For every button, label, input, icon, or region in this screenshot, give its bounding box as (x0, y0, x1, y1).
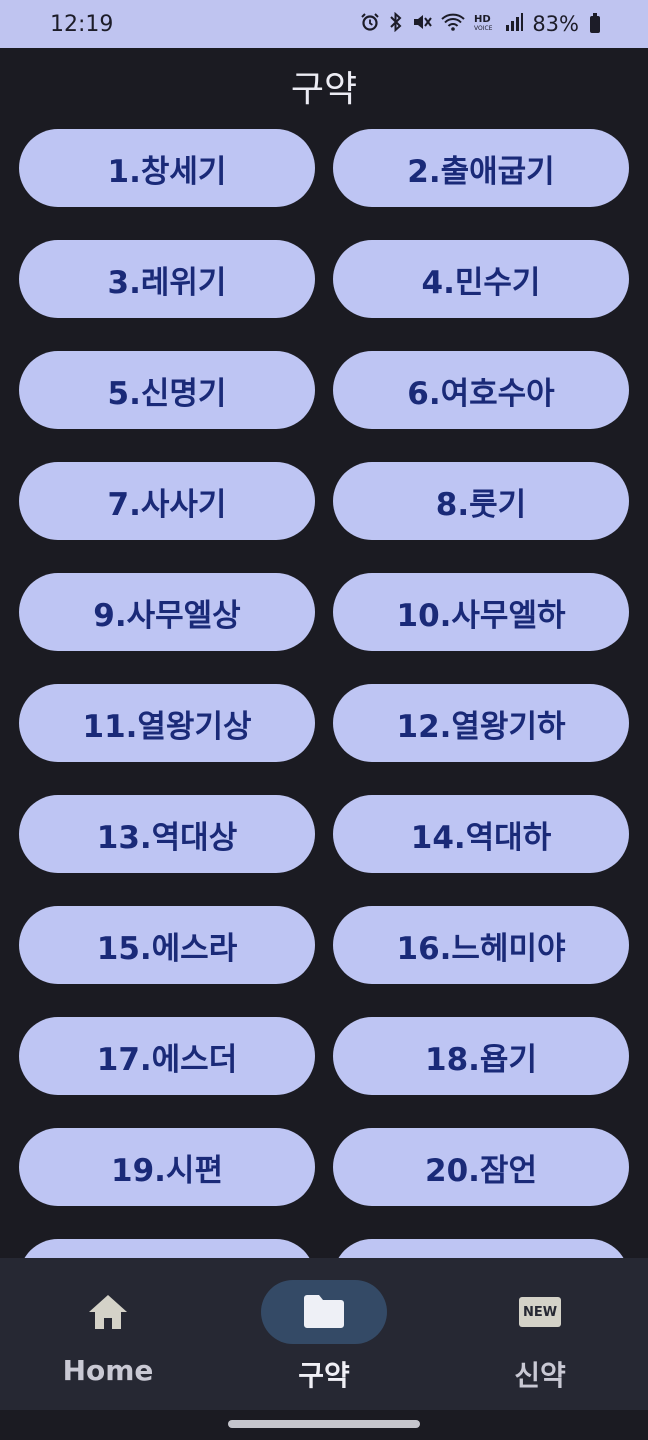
hd-voice-icon: HD VOICE (474, 12, 496, 37)
book-button[interactable]: 18.욥기 (333, 1017, 629, 1095)
book-button[interactable]: 13.역대상 (19, 795, 315, 873)
nav-old-testament-label: 구약 (298, 1359, 350, 1392)
new-badge-icon-container: NEW (477, 1280, 603, 1344)
book-button[interactable]: 3.레위기 (19, 240, 315, 318)
folder-icon-container (261, 1280, 387, 1344)
bottom-navigation: Home 구약 NEW 신약 (0, 1258, 648, 1410)
book-button[interactable]: 4.민수기 (333, 240, 629, 318)
status-time: 12:19 (50, 11, 114, 37)
book-button[interactable]: 8.룻기 (333, 462, 629, 540)
book-grid: 1.창세기 2.출애굽기 3.레위기 4.민수기 5.신명기 6.여호수아 7.사사기 8.룻… (0, 124, 648, 1258)
book-button[interactable]: 6.여호수아 (333, 351, 629, 429)
book-button[interactable]: 15.에스라 (19, 906, 315, 984)
home-icon-container (45, 1280, 171, 1344)
bluetooth-icon (389, 11, 403, 37)
battery-icon (590, 12, 600, 33)
book-button[interactable]: 7.사사기 (19, 462, 315, 540)
book-button[interactable]: 9.사무엘상 (19, 573, 315, 651)
battery-percent: 83% (532, 12, 579, 36)
alarm-icon (360, 12, 380, 37)
status-icons: HD VOICE 83% (360, 11, 600, 37)
svg-text:VOICE: VOICE (474, 25, 493, 32)
svg-text:HD: HD (474, 14, 491, 25)
book-button[interactable] (19, 1239, 315, 1258)
gesture-handle[interactable] (228, 1420, 420, 1428)
page-title: 구약 (290, 69, 358, 110)
nav-old-testament[interactable]: 구약 (216, 1258, 432, 1410)
nav-home-label: Home (62, 1354, 154, 1387)
new-badge-icon: NEW (519, 1297, 561, 1327)
book-button[interactable]: 20.잠언 (333, 1128, 629, 1206)
book-button[interactable]: 5.신명기 (19, 351, 315, 429)
signal-icon (505, 12, 524, 36)
book-button[interactable]: 19.시편 (19, 1128, 315, 1206)
book-button[interactable] (333, 1239, 629, 1258)
gesture-area (0, 1410, 648, 1440)
book-button[interactable]: 12.열왕기하 (333, 684, 629, 762)
book-button[interactable]: 10.사무엘하 (333, 573, 629, 651)
nav-new-testament[interactable]: NEW 신약 (432, 1258, 648, 1410)
folder-icon (304, 1295, 344, 1328)
mute-icon (412, 12, 433, 37)
book-button[interactable]: 14.역대하 (333, 795, 629, 873)
book-button[interactable]: 16.느헤미야 (333, 906, 629, 984)
book-button[interactable]: 2.출애굽기 (333, 129, 629, 207)
nav-new-testament-label: 신약 (514, 1359, 566, 1392)
book-button[interactable]: 1.창세기 (19, 129, 315, 207)
nav-home[interactable]: Home (0, 1258, 216, 1410)
book-list[interactable]: 1.창세기 2.출애굽기 3.레위기 4.민수기 5.신명기 6.여호수아 7.사사기 8.룻… (0, 124, 648, 1258)
home-icon (89, 1295, 127, 1329)
book-button[interactable]: 11.열왕기상 (19, 684, 315, 762)
book-button[interactable]: 17.에스더 (19, 1017, 315, 1095)
wifi-icon (441, 12, 465, 37)
status-bar: 12:19 HD VOICE 83% (0, 0, 648, 48)
